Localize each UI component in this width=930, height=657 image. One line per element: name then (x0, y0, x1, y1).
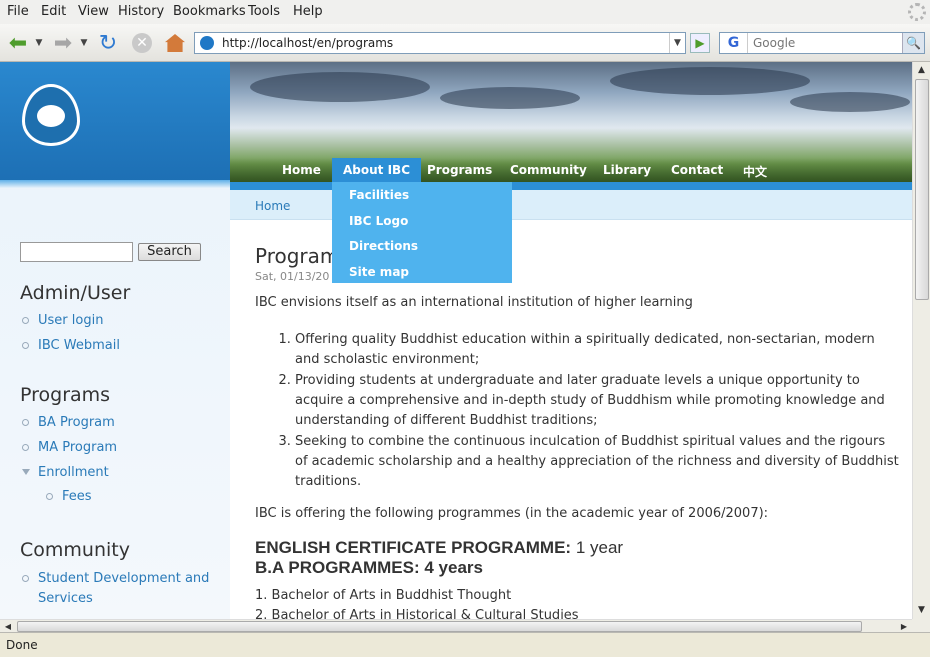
bullet-icon (22, 342, 29, 349)
stop-icon: ✕ (132, 33, 152, 53)
admin-block-title: Admin/User (20, 282, 131, 304)
sidebar-search-button[interactable]: Search (138, 243, 201, 261)
dropdown-facilities[interactable]: Facilities (349, 188, 409, 202)
search-icon[interactable]: 🔍 (902, 33, 924, 53)
horizontal-scrollbar[interactable]: ◀ ▶ (0, 619, 912, 632)
horizontal-scroll-thumb[interactable] (17, 621, 862, 632)
home-icon (165, 34, 185, 52)
status-bar: Done (0, 632, 930, 657)
throbber-icon (908, 3, 926, 21)
post-date: Sat, 01/13/20 (255, 270, 330, 283)
sidebar: Search Admin/User User login IBC Webmail… (0, 62, 230, 632)
vertical-scroll-thumb[interactable] (915, 79, 929, 300)
nav-home[interactable]: Home (282, 163, 321, 177)
dropdown-site-map[interactable]: Site map (349, 265, 409, 279)
primary-nav: Home About IBC Programs Community Librar… (230, 158, 912, 182)
student-development-link-cont[interactable]: Services (38, 591, 93, 606)
enrollment-link[interactable]: Enrollment (38, 465, 109, 480)
menu-edit[interactable]: Edit (41, 4, 66, 19)
bullet-icon (22, 317, 29, 324)
back-arrow-icon: ⬅ (8, 30, 28, 56)
list-item: Offering quality Buddhist education with… (295, 330, 900, 370)
menu-file[interactable]: File (7, 4, 29, 19)
scroll-left-icon[interactable]: ◀ (0, 620, 16, 632)
english-cert-heading: ENGLISH CERTIFICATE PROGRAMME: 1 year (255, 538, 624, 557)
menu-history[interactable]: History (118, 4, 164, 19)
user-login-link[interactable]: User login (38, 313, 103, 328)
intro-paragraph: IBC envisions itself as an international… (255, 295, 693, 310)
ibc-webmail-link[interactable]: IBC Webmail (38, 338, 120, 353)
url-history-dropdown[interactable]: ▼ (669, 33, 685, 53)
logo-band (0, 62, 230, 188)
nav-library[interactable]: Library (603, 163, 651, 177)
fees-link[interactable]: Fees (62, 489, 92, 504)
address-bar[interactable]: http://localhost/en/programs ▼ (194, 32, 686, 54)
bullet-icon (46, 493, 53, 500)
scroll-down-icon[interactable]: ▼ (913, 602, 930, 619)
student-development-link[interactable]: Student Development and (38, 571, 209, 586)
web-search-box: G 🔍 (719, 32, 925, 54)
navigation-toolbar: ⬅ ▼ ➡ ▼ ↻ ✕ http://localhost/en/programs… (0, 24, 930, 62)
back-history-dropdown[interactable]: ▼ (34, 30, 44, 56)
offering-paragraph: IBC is offering the following programmes… (255, 506, 769, 521)
go-button[interactable]: ▶ (690, 33, 710, 53)
nav-contact[interactable]: Contact (671, 163, 723, 177)
sidebar-search-input[interactable] (20, 242, 133, 262)
nav-community[interactable]: Community (510, 163, 587, 177)
breadcrumb-home[interactable]: Home (255, 199, 290, 213)
scroll-right-icon[interactable]: ▶ (896, 620, 912, 632)
scroll-up-icon[interactable]: ▲ (913, 62, 930, 79)
home-button[interactable] (163, 30, 187, 56)
bullet-icon (22, 575, 29, 582)
mission-list: Offering quality Buddhist education with… (255, 330, 900, 493)
stop-button[interactable]: ✕ (130, 30, 154, 56)
menu-bookmarks[interactable]: Bookmarks (173, 4, 246, 19)
page-viewport: Search Admin/User User login IBC Webmail… (0, 62, 930, 632)
vertical-scrollbar[interactable]: ▲ ▼ (912, 62, 930, 619)
forward-arrow-icon: ➡ (53, 30, 73, 56)
forward-button[interactable]: ➡ (50, 30, 76, 56)
community-block-title: Community (20, 539, 130, 561)
menu-tools[interactable]: Tools (248, 4, 280, 19)
menu-bar: File Edit View History Bookmarks Tools H… (0, 0, 930, 24)
ba-programmes-heading: B.A PROGRAMMES: 4 years (255, 558, 483, 577)
reload-button[interactable]: ↻ (95, 30, 121, 56)
nav-chinese[interactable]: 中文 (743, 163, 767, 180)
ma-program-link[interactable]: MA Program (38, 440, 117, 455)
list-item: Seeking to combine the continuous inculc… (295, 432, 900, 492)
bullet-icon (22, 444, 29, 451)
web-search-input[interactable] (751, 35, 891, 51)
status-text: Done (6, 638, 38, 652)
ba-item: 1. Bachelor of Arts in Buddhist Thought (255, 588, 512, 603)
bullet-icon (22, 419, 29, 426)
ba-program-link[interactable]: BA Program (38, 415, 115, 430)
list-item: Providing students at undergraduate and … (295, 371, 900, 431)
menu-help[interactable]: Help (293, 4, 323, 19)
back-button[interactable]: ⬅ (5, 30, 31, 56)
nav-programs[interactable]: Programs (427, 163, 492, 177)
dropdown-ibc-logo[interactable]: IBC Logo (349, 214, 408, 228)
expanded-icon (22, 469, 30, 475)
dropdown-directions[interactable]: Directions (349, 239, 418, 253)
search-engine-icon[interactable]: G (720, 33, 748, 53)
about-ibc-dropdown: Facilities IBC Logo Directions Site map (332, 182, 512, 283)
url-text: http://localhost/en/programs (222, 36, 394, 50)
forward-history-dropdown[interactable]: ▼ (79, 30, 89, 56)
nav-about-ibc[interactable]: About IBC (332, 158, 421, 182)
site-favicon-icon (200, 36, 214, 50)
reload-icon: ↻ (98, 30, 118, 56)
drupal-logo-icon[interactable] (22, 84, 80, 146)
menu-view[interactable]: View (78, 4, 109, 19)
programs-block-title: Programs (20, 384, 111, 406)
